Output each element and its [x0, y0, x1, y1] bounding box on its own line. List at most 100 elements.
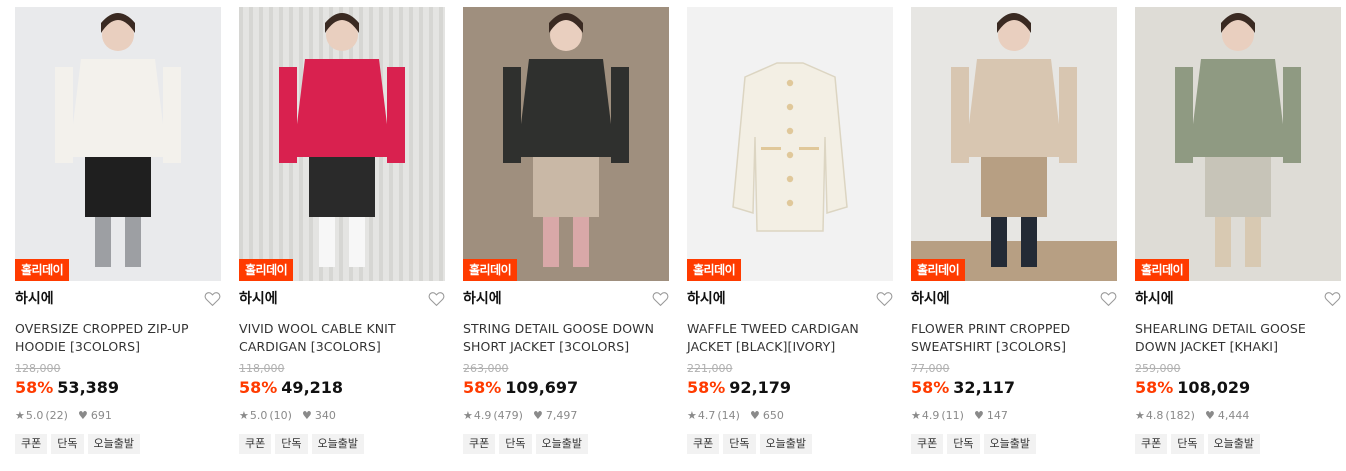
original-price: 118,000	[239, 362, 285, 375]
product-name-line-2[interactable]: DOWN JACKET [KHAKI]	[1135, 338, 1341, 356]
product-name[interactable]: VIVID WOOL CABLE KNIT CARDIGAN [3COLORS]	[239, 320, 445, 356]
review-count: (22)	[45, 409, 68, 422]
tag: 단독	[51, 434, 84, 454]
product-name[interactable]: FLOWER PRINT CROPPED SWEATSHIRT [3COLORS…	[911, 320, 1117, 356]
holiday-badge: 홀리데이	[15, 259, 70, 281]
product-photo	[911, 7, 1117, 281]
tag: 오늘출발	[87, 434, 140, 454]
product-name-line-2[interactable]: CARDIGAN [3COLORS]	[239, 338, 445, 356]
star-icon: ★	[911, 409, 921, 422]
heart-filled-icon: ♥	[1204, 409, 1215, 422]
tag: 쿠폰	[687, 434, 720, 454]
sale-price: 109,697	[505, 378, 579, 397]
star-icon: ★	[1135, 409, 1145, 422]
like-count: 691	[90, 409, 112, 422]
product-name-line-2[interactable]: HOODIE [3COLORS]	[15, 338, 221, 356]
discount-rate: 58%	[1135, 378, 1174, 397]
star-icon: ★	[687, 409, 697, 422]
product-image[interactable]: 홀리데이	[687, 7, 893, 281]
tag: 오늘출발	[535, 434, 588, 454]
product-image[interactable]: 홀리데이	[15, 7, 221, 281]
product-name[interactable]: OVERSIZE CROPPED ZIP-UP HOODIE [3COLORS]	[15, 320, 221, 356]
product-stats: ★ 4.9 (11) ♥ 147	[911, 408, 1117, 424]
tag: 쿠폰	[911, 434, 944, 454]
product-name-line-2[interactable]: SHORT JACKET [3COLORS]	[463, 338, 669, 356]
like-count: 147	[986, 409, 1008, 422]
review-count: (10)	[269, 409, 292, 422]
heart-filled-icon: ♥	[532, 409, 543, 422]
heart-outline-icon[interactable]	[652, 291, 669, 307]
brand-name[interactable]: 하시에	[687, 291, 726, 307]
product-name-line-2[interactable]: JACKET [BLACK][IVORY]	[687, 338, 893, 356]
product-name-line-1[interactable]: FLOWER PRINT CROPPED	[911, 320, 1117, 338]
product-card-4[interactable]: 홀리데이 하시에 WAFFLE TWEED CARDIGAN JACKET [B…	[687, 7, 893, 467]
discount-rate: 58%	[911, 378, 950, 397]
product-name[interactable]: STRING DETAIL GOOSE DOWN SHORT JACKET [3…	[463, 320, 669, 356]
product-name-line-1[interactable]: STRING DETAIL GOOSE DOWN	[463, 320, 669, 338]
tag: 쿠폰	[15, 434, 48, 454]
star-icon: ★	[463, 409, 473, 422]
product-name-line-2[interactable]: SWEATSHIRT [3COLORS]	[911, 338, 1117, 356]
product-photo	[15, 7, 221, 281]
tag: 오늘출발	[311, 434, 364, 454]
holiday-badge: 홀리데이	[463, 259, 518, 281]
rating: 4.9	[921, 409, 940, 422]
product-card-5[interactable]: 홀리데이 하시에 FLOWER PRINT CROPPED SWEATSHIRT…	[911, 7, 1117, 467]
original-price: 259,000	[1135, 362, 1181, 375]
brand-name[interactable]: 하시에	[463, 291, 502, 307]
like-count: 340	[314, 409, 336, 422]
product-card-6[interactable]: 홀리데이 하시에 SHEARLING DETAIL GOOSE DOWN JAC…	[1135, 7, 1341, 467]
tag-list: 쿠폰 단독 오늘출발	[463, 434, 669, 454]
holiday-badge: 홀리데이	[687, 259, 742, 281]
holiday-badge: 홀리데이	[1135, 259, 1190, 281]
review-count: (479)	[493, 409, 523, 422]
review-count: (14)	[717, 409, 740, 422]
product-image[interactable]: 홀리데이	[239, 7, 445, 281]
discount-rate: 58%	[687, 378, 726, 397]
heart-outline-icon[interactable]	[876, 291, 893, 307]
brand-name[interactable]: 하시에	[15, 291, 54, 307]
product-image[interactable]: 홀리데이	[911, 7, 1117, 281]
heart-outline-icon[interactable]	[1324, 291, 1341, 307]
heart-outline-icon[interactable]	[204, 291, 221, 307]
product-stats: ★ 5.0 (22) ♥ 691	[15, 408, 221, 424]
product-image[interactable]: 홀리데이	[463, 7, 669, 281]
brand-name[interactable]: 하시에	[911, 291, 950, 307]
product-name-line-1[interactable]: OVERSIZE CROPPED ZIP-UP	[15, 320, 221, 338]
tag: 단독	[275, 434, 308, 454]
brand-name[interactable]: 하시에	[1135, 291, 1174, 307]
product-card-1[interactable]: 홀리데이 하시에 OVERSIZE CROPPED ZIP-UP HOODIE …	[15, 7, 221, 467]
product-card-3[interactable]: 홀리데이 하시에 STRING DETAIL GOOSE DOWN SHORT …	[463, 7, 669, 467]
tag: 오늘출발	[1207, 434, 1260, 454]
heart-filled-icon: ♥	[973, 409, 984, 422]
discount-rate: 58%	[15, 378, 54, 397]
tag: 오늘출발	[759, 434, 812, 454]
product-name-line-1[interactable]: VIVID WOOL CABLE KNIT	[239, 320, 445, 338]
heart-filled-icon: ♥	[749, 409, 760, 422]
heart-outline-icon[interactable]	[428, 291, 445, 307]
like-count: 7,497	[545, 409, 578, 422]
sale-price: 32,117	[953, 378, 1016, 397]
tag: 단독	[1171, 434, 1204, 454]
sale-price: 49,218	[281, 378, 344, 397]
heart-outline-icon[interactable]	[1100, 291, 1117, 307]
product-card-2[interactable]: 홀리데이 하시에 VIVID WOOL CABLE KNIT CARDIGAN …	[239, 7, 445, 467]
product-name-line-1[interactable]: WAFFLE TWEED CARDIGAN	[687, 320, 893, 338]
discount-rate: 58%	[239, 378, 278, 397]
tag-list: 쿠폰 단독 오늘출발	[239, 434, 445, 454]
product-name-line-1[interactable]: SHEARLING DETAIL GOOSE	[1135, 320, 1341, 338]
product-name[interactable]: WAFFLE TWEED CARDIGAN JACKET [BLACK][IVO…	[687, 320, 893, 356]
heart-filled-icon: ♥	[77, 409, 88, 422]
like-count: 4,444	[1217, 409, 1250, 422]
tag: 단독	[947, 434, 980, 454]
brand-name[interactable]: 하시에	[239, 291, 278, 307]
product-photo	[687, 7, 893, 281]
tag: 오늘출발	[983, 434, 1036, 454]
tag: 단독	[499, 434, 532, 454]
product-image[interactable]: 홀리데이	[1135, 7, 1341, 281]
original-price: 221,000	[687, 362, 733, 375]
tag-list: 쿠폰 단독 오늘출발	[911, 434, 1117, 454]
product-photo	[1135, 7, 1341, 281]
tag-list: 쿠폰 단독 오늘출발	[15, 434, 221, 454]
product-name[interactable]: SHEARLING DETAIL GOOSE DOWN JACKET [KHAK…	[1135, 320, 1341, 356]
